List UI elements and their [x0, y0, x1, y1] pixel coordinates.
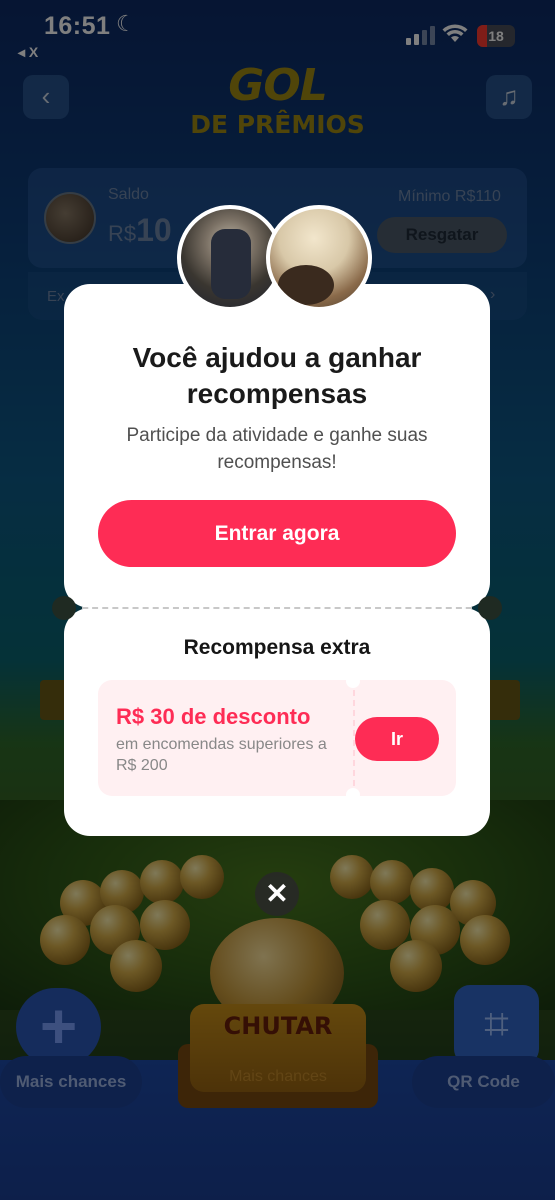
modal-title: Você ajudou a ganhar recompensas — [132, 342, 422, 409]
ticket-perforation — [82, 607, 472, 609]
friend-avatar-2 — [266, 205, 372, 311]
coupon-notch-bottom — [346, 788, 360, 802]
coupon-notch-top — [346, 674, 360, 688]
coupon-title: R$ 30 de desconto — [116, 704, 311, 729]
ticket-notch-right — [478, 596, 502, 620]
close-icon: ✕ — [265, 878, 289, 909]
close-button[interactable]: ✕ — [255, 872, 299, 916]
coupon-description: em encomendas superiores a R$ 200 — [116, 736, 327, 774]
modal-subtitle: Participe da atividade e ganhe suas reco… — [126, 425, 428, 473]
coupon-go-button[interactable]: Ir — [355, 717, 439, 761]
extra-reward-title: Recompensa extra — [183, 636, 371, 659]
join-now-button[interactable]: Entrar agora — [98, 500, 456, 567]
ticket-notch-left — [52, 596, 76, 620]
